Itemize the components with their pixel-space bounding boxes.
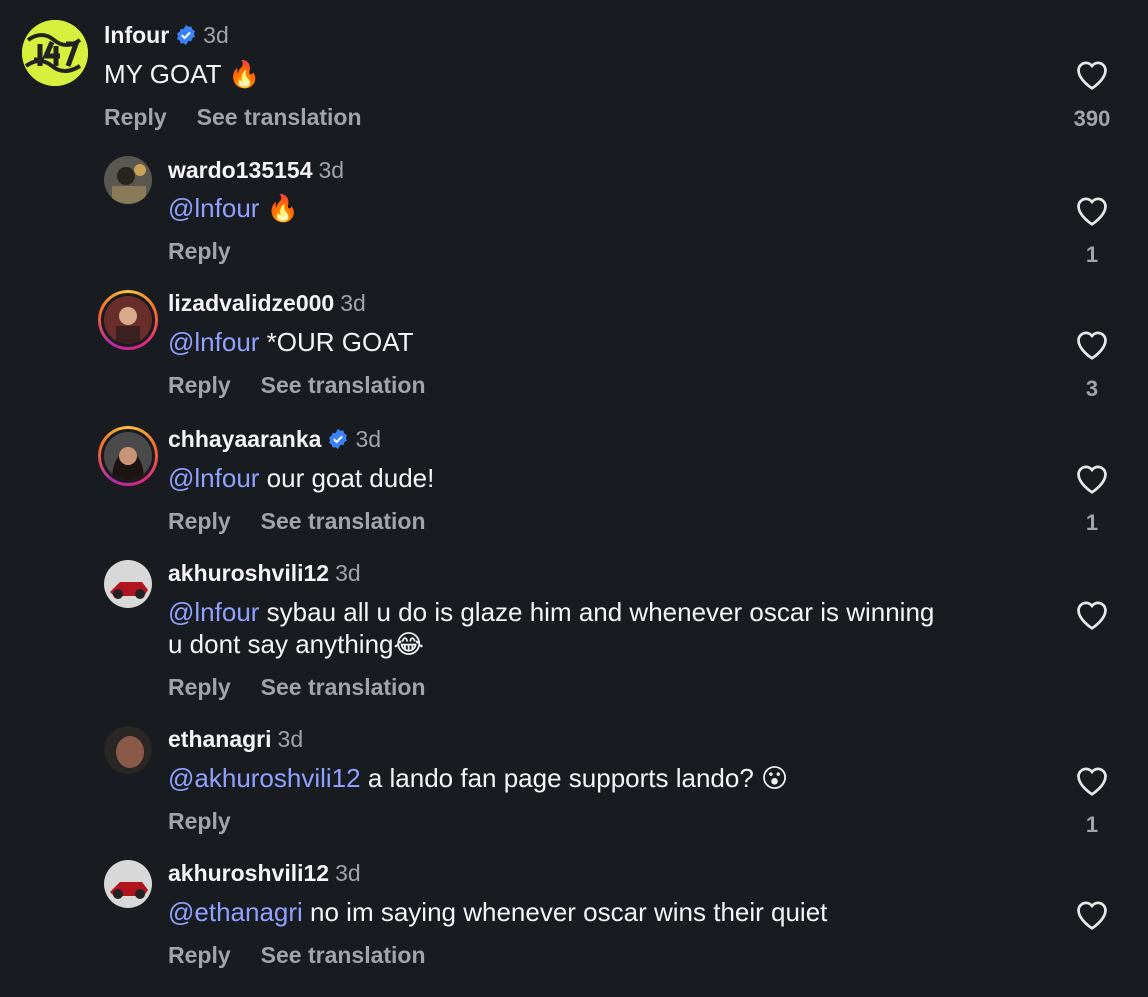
heart-icon[interactable]	[1074, 597, 1110, 631]
timestamp: 3d	[203, 22, 229, 48]
fire-emoji: 🔥	[228, 59, 261, 89]
like-count: 1	[1085, 510, 1099, 535]
username[interactable]: akhuroshvili12	[168, 560, 329, 586]
heart-icon[interactable]	[1074, 193, 1110, 227]
verified-badge-icon	[329, 428, 348, 450]
username[interactable]: akhuroshvili12	[168, 860, 329, 886]
comment-text: MY GOAT 🔥	[104, 59, 261, 89]
fire-emoji: 🔥	[266, 193, 300, 223]
see-translation-button[interactable]: See translation	[261, 372, 426, 398]
like-count: 1	[1085, 242, 1099, 267]
avatar[interactable]	[104, 860, 152, 908]
timestamp: 3d	[335, 560, 361, 586]
mention-link[interactable]: @akhuroshvili12	[168, 763, 361, 793]
verified-badge-icon	[177, 24, 196, 46]
see-translation-button[interactable]: See translation	[197, 104, 362, 130]
comment-text: @ethanagri no im saying whenever oscar w…	[168, 897, 828, 927]
comment-text: @akhuroshvili12 a lando fan page support…	[168, 763, 789, 793]
story-ring[interactable]	[98, 290, 158, 350]
mention-link[interactable]: @lnfour	[168, 327, 259, 357]
timestamp: 3d	[277, 726, 304, 752]
username[interactable]: lizadvalidze000	[168, 290, 334, 316]
see-translation-button[interactable]: See translation	[261, 942, 426, 968]
reply-button[interactable]: Reply	[168, 942, 231, 968]
avatar	[104, 296, 152, 344]
timestamp: 3d	[340, 290, 366, 316]
comment-text: @lnfour our goat dude!	[168, 463, 435, 493]
username[interactable]: ethanagri	[168, 726, 272, 752]
mention-link[interactable]: @lnfour	[168, 193, 259, 223]
timestamp: 3d	[335, 860, 361, 886]
avatar[interactable]	[104, 560, 152, 608]
heart-icon[interactable]	[1074, 461, 1110, 495]
username[interactable]: wardo135154	[168, 157, 312, 183]
surprised-emoji: 😮	[761, 763, 789, 793]
story-ring[interactable]	[98, 426, 158, 486]
comment-text: @lnfour sybau all u do is glaze him and …	[168, 597, 935, 659]
reply-button[interactable]: Reply	[168, 238, 231, 264]
username[interactable]: chhayaaranka	[168, 426, 321, 452]
like-count: 1	[1085, 812, 1099, 837]
like-count: 3	[1085, 376, 1099, 401]
mention-link[interactable]: @lnfour	[168, 597, 259, 627]
avatar[interactable]	[22, 20, 88, 86]
comment-text: @lnfour *OUR GOAT	[168, 327, 414, 357]
laughing-emoji: 😂	[393, 629, 424, 659]
heart-icon[interactable]	[1074, 327, 1110, 361]
mention-link[interactable]: @ethanagri	[168, 897, 303, 927]
mention-link[interactable]: @lnfour	[168, 463, 259, 493]
heart-icon[interactable]	[1074, 897, 1110, 931]
reply-button[interactable]: Reply	[104, 104, 167, 130]
reply-button[interactable]: Reply	[168, 674, 231, 700]
reply-button[interactable]: Reply	[168, 372, 231, 398]
see-translation-button[interactable]: See translation	[261, 508, 426, 534]
comment-text: @lnfour 🔥	[168, 192, 299, 224]
timestamp: 3d	[318, 157, 345, 183]
avatar[interactable]	[104, 726, 152, 774]
reply-button[interactable]: Reply	[168, 808, 231, 834]
avatar	[104, 432, 152, 480]
see-translation-button[interactable]: See translation	[261, 674, 426, 700]
avatar[interactable]	[104, 156, 152, 204]
username[interactable]: lnfour	[104, 22, 169, 48]
heart-icon[interactable]	[1074, 763, 1110, 797]
like-count: 390	[1073, 106, 1111, 131]
heart-icon[interactable]	[1074, 57, 1110, 91]
reply-button[interactable]: Reply	[168, 508, 231, 534]
timestamp: 3d	[355, 426, 382, 452]
